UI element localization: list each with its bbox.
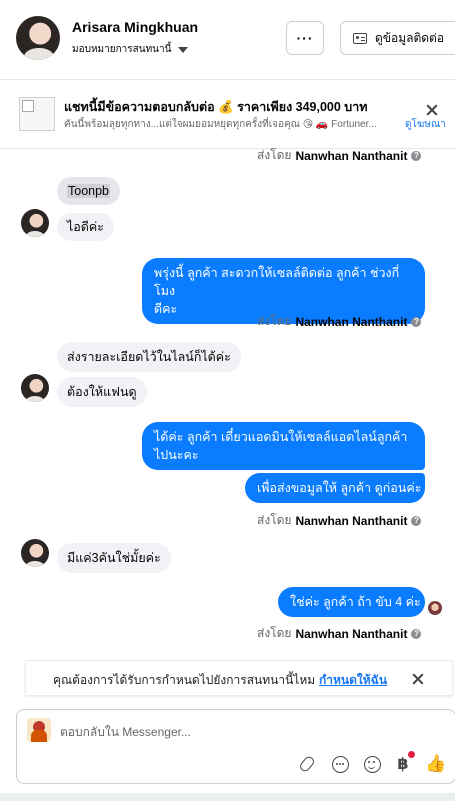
outgoing-message: เพื่อส่งขอมูลให้ ลูกค้า ดูก่อนค่ะ bbox=[245, 473, 425, 503]
message-text: Toonpb bbox=[67, 184, 111, 198]
sender-name: Nanwhan Nanthanit bbox=[295, 314, 408, 329]
seen-receipt-avatar bbox=[428, 601, 442, 615]
baht-icon: ฿ bbox=[397, 756, 409, 773]
sent-by-prefix: ส่งโดย bbox=[257, 513, 292, 527]
sent-by-label: ส่งโดย Nanwhan Nanthanit ? bbox=[257, 312, 422, 331]
thumbs-up-icon: 👍 bbox=[425, 754, 447, 773]
info-icon[interactable]: ? bbox=[411, 150, 422, 161]
ad-title: แชทนี้มีข้อความตอบกลับต่อ 💰 ราคาเพียง 34… bbox=[64, 100, 368, 114]
incoming-message: มีแค่3คันใช่มั้ยค่ะ bbox=[57, 543, 171, 573]
message-text: ไอดีค่ะ bbox=[67, 220, 104, 234]
assign-label: มอบหมายการสนทนานี้ bbox=[72, 44, 172, 55]
smiley-icon bbox=[363, 755, 381, 773]
message-text-line: ไปนะคะ bbox=[154, 448, 199, 462]
close-icon[interactable] bbox=[412, 673, 424, 685]
paperclip-icon bbox=[298, 754, 316, 774]
info-icon[interactable]: ? bbox=[411, 316, 422, 327]
assignment-notice: คุณต้องการได้รับการกำหนดไปยังการสนทนานี้… bbox=[25, 660, 453, 696]
reply-input[interactable] bbox=[60, 722, 440, 742]
page-avatar bbox=[27, 718, 51, 742]
sent-by-prefix: ส่งโดย bbox=[257, 148, 292, 162]
notification-dot bbox=[408, 751, 415, 758]
customer-avatar-small bbox=[21, 209, 49, 237]
ad-context-banner: แชทนี้มีข้อความตอบกลับต่อ 💰 ราคาเพียง 34… bbox=[0, 85, 455, 149]
close-icon[interactable] bbox=[426, 104, 438, 116]
more-options-button[interactable]: ··· bbox=[286, 21, 324, 55]
info-icon[interactable]: ? bbox=[411, 628, 422, 639]
info-icon[interactable]: ? bbox=[411, 515, 422, 526]
incoming-message: Toonpb bbox=[57, 177, 121, 205]
sent-by-label: ส่งโดย Nanwhan Nanthanit ? bbox=[257, 624, 422, 643]
view-contact-button[interactable]: ดูข้อมูลติดต่อ bbox=[340, 21, 455, 55]
attach-button[interactable] bbox=[296, 753, 318, 775]
message-text: ส่งรายละเอียดไว้ในไลน์ก็ได้ค่ะ bbox=[67, 350, 231, 364]
ad-thumbnail-image bbox=[19, 97, 55, 131]
outgoing-message: ใช่ค่ะ ลูกค้า ถ้า ขับ 4 ค่ะ bbox=[278, 587, 425, 617]
sender-name: Nanwhan Nanthanit bbox=[295, 626, 408, 641]
contact-card-icon bbox=[353, 32, 367, 44]
sender-name: Nanwhan Nanthanit bbox=[295, 513, 408, 528]
saved-replies-button[interactable] bbox=[329, 753, 351, 775]
sent-by-label: ส่งโดย Nanwhan Nanthanit ? bbox=[257, 146, 422, 165]
like-button[interactable]: 👍 bbox=[425, 753, 447, 775]
sent-by-label: ส่งโดย Nanwhan Nanthanit ? bbox=[257, 511, 422, 530]
incoming-message: ไอดีค่ะ bbox=[57, 213, 114, 241]
message-text: ต้องให้แฟนดู bbox=[67, 385, 137, 399]
customer-name[interactable]: Arisara Mingkhuan bbox=[72, 19, 198, 35]
assign-to-me-link[interactable]: กำหนดให้ฉัน bbox=[319, 671, 387, 690]
customer-avatar-small bbox=[21, 539, 49, 567]
sent-by-prefix: ส่งโดย bbox=[257, 314, 292, 328]
emoji-button[interactable] bbox=[361, 753, 383, 775]
reply-composer: ฿ 👍 bbox=[16, 709, 455, 784]
sent-by-prefix: ส่งโดย bbox=[257, 626, 292, 640]
outgoing-message: ได้ค่ะ ลูกค้า เดี๋ยวแอดมินให้เซลล์แอดไลน… bbox=[142, 422, 425, 470]
message-text: ใช่ค่ะ ลูกค้า ถ้า ขับ 4 ค่ะ bbox=[290, 595, 421, 609]
view-contact-label: ดูข้อมูลติดต่อ bbox=[375, 30, 445, 45]
ad-subtitle: คันนี้พร้อมลุยทุกทาง...แต่ใจผมยอมหยุดทุก… bbox=[64, 119, 377, 130]
assign-dropdown[interactable]: มอบหมายการสนทนานี้ bbox=[72, 42, 189, 57]
chat-bubble-icon bbox=[331, 755, 349, 773]
conversation-header: Arisara Mingkhuan มอบหมายการสนทนานี้ ···… bbox=[0, 0, 455, 80]
message-text-line: ได้ค่ะ ลูกค้า เดี๋ยวแอดมินให้เซลล์แอดไลน… bbox=[154, 430, 408, 444]
bottom-edge bbox=[0, 793, 455, 801]
sender-name: Nanwhan Nanthanit bbox=[295, 148, 408, 163]
assignment-notice-text: คุณต้องการได้รับการกำหนดไปยังการสนทนานี้… bbox=[53, 673, 316, 687]
incoming-message: ส่งรายละเอียดไว้ในไลน์ก็ได้ค่ะ bbox=[57, 342, 241, 372]
message-text: มีแค่3คันใช่มั้ยค่ะ bbox=[67, 551, 161, 565]
incoming-message: ต้องให้แฟนดู bbox=[57, 377, 147, 407]
message-text: เพื่อส่งขอมูลให้ ลูกค้า ดูก่อนค่ะ bbox=[257, 481, 422, 495]
view-ad-link[interactable]: ดูโฆษณา bbox=[405, 117, 446, 132]
caret-down-icon bbox=[178, 46, 189, 53]
message-text-line: พรุ่งนี้ ลูกค้า สะดวกให้เซลล์ติดต่อ ลูกค… bbox=[154, 266, 400, 298]
customer-avatar[interactable] bbox=[16, 16, 60, 60]
customer-avatar-small bbox=[21, 374, 49, 402]
